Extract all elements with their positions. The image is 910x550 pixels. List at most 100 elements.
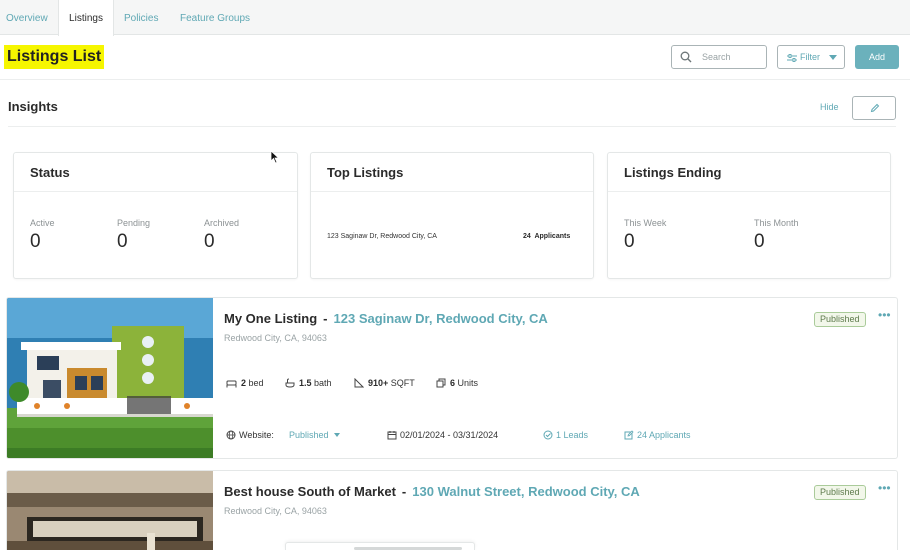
stat-label: Pending [117, 218, 151, 228]
baths-count: 1.5 [299, 378, 312, 388]
more-icon[interactable]: ••• [878, 309, 891, 321]
stat-label: This Week [624, 218, 667, 228]
listing-title-separator: - [401, 484, 407, 499]
listing-name[interactable]: My One Listing [224, 311, 317, 326]
baths-label: bath [314, 378, 332, 388]
stat-this-week: This Week 0 [624, 218, 666, 253]
applicants-link[interactable]: 24 Applicants [624, 430, 691, 440]
top-listing-address[interactable]: 123 Saginaw Dr, Redwood City, CA [327, 233, 437, 240]
stat-value: 0 [754, 231, 765, 252]
tab-bar: Overview Listings Policies Feature Group… [0, 0, 910, 36]
interior-photo [7, 471, 213, 550]
sqft-value: 910+ [368, 378, 389, 388]
baths-feature: 1.5 bath [285, 378, 332, 388]
stat-label: This Month [754, 218, 799, 228]
stat-label: Archived [204, 218, 240, 228]
tab-feature-groups[interactable]: Feature Groups [180, 0, 270, 35]
listing-date-range: 02/01/2024 - 03/31/2024 [387, 430, 498, 440]
stat-this-month: This Month 0 [754, 218, 799, 253]
filter-button[interactable]: Filter [777, 45, 845, 69]
status-badge: Published [814, 312, 866, 327]
cursor-icon [270, 150, 280, 164]
stat-value: 0 [204, 231, 215, 252]
listing-title: My One Listing -123 Saginaw Dr, Redwood C… [224, 311, 548, 326]
card-header: Top Listings [311, 153, 593, 192]
applicants-text: 24 Applicants [637, 430, 691, 440]
leads-check-icon [543, 430, 553, 440]
sqft-feature: 910+ SQFT [354, 377, 415, 388]
listing-title-separator: - [323, 311, 328, 326]
top-listing-count-number: 24 [523, 233, 531, 240]
filter-icon [787, 54, 797, 62]
website-status: Website: [226, 430, 274, 440]
sqft-label: SQFT [390, 378, 415, 388]
units-count: 6 [450, 378, 456, 388]
leads-text: 1 Leads [556, 430, 589, 440]
tab-policies[interactable]: Policies [124, 0, 168, 35]
date-range-text: 02/01/2024 - 03/31/2024 [400, 430, 499, 440]
tab-overview[interactable]: Overview [0, 0, 56, 35]
card-title: Listings Ending [624, 165, 722, 180]
card-title: Status [30, 165, 70, 180]
chevron-down-icon [829, 55, 837, 60]
calendar-icon [387, 431, 397, 440]
listing-subaddress: Redwood City, CA, 94063 [224, 506, 327, 516]
globe-icon [226, 430, 236, 440]
card-header: Status [14, 153, 297, 192]
tab-listings[interactable]: Listings [58, 0, 114, 36]
card-title: Top Listings [327, 165, 404, 180]
pencil-icon [870, 103, 880, 113]
insights-title: Insights [8, 99, 58, 114]
listings-ending-card: Listings Ending This Week 0 This Month 0 [607, 152, 891, 279]
top-listings-card: Top Listings 123 Saginaw Dr, Redwood Cit… [310, 152, 594, 279]
chevron-down-icon [333, 433, 340, 437]
filter-label: Filter [800, 52, 820, 62]
listing-name[interactable]: Best house South of Market [224, 484, 396, 499]
stat-active: Active 0 [30, 218, 55, 253]
listing-thumbnail[interactable] [7, 298, 213, 458]
listing-card[interactable]: Best house South of Market -130 Walnut St… [6, 470, 898, 550]
house-photo [7, 298, 213, 458]
more-icon[interactable]: ••• [878, 482, 891, 494]
search-input[interactable] [702, 49, 762, 65]
ruler-icon [354, 377, 365, 388]
bottom-popup [285, 542, 475, 550]
units-label: Units [457, 378, 479, 388]
website-status-value: Published [289, 430, 329, 440]
top-listing-count: 24 Applicants [523, 233, 570, 240]
top-listing-count-label: Applicants [534, 233, 571, 240]
page-title: Listings List [4, 45, 105, 69]
search-icon [680, 51, 692, 63]
website-label: Website: [239, 430, 274, 440]
stat-value: 0 [30, 231, 41, 252]
applicants-edit-icon [624, 430, 634, 440]
stat-archived: Archived 0 [204, 218, 239, 253]
bed-icon [226, 380, 237, 388]
add-button[interactable]: Add [855, 45, 899, 69]
units-feature: 6 Units [436, 378, 478, 388]
stat-label: Active [30, 218, 55, 228]
stat-pending: Pending 0 [117, 218, 150, 253]
leads-link[interactable]: 1 Leads [543, 430, 588, 440]
stat-value: 0 [624, 231, 635, 252]
insights-divider [8, 126, 896, 127]
listing-thumbnail[interactable] [7, 471, 213, 550]
listing-title: Best house South of Market -130 Walnut St… [224, 484, 640, 499]
website-status-dropdown[interactable]: Published [289, 430, 340, 440]
search-box[interactable] [671, 45, 767, 69]
status-badge: Published [814, 485, 866, 500]
beds-label: bed [248, 378, 264, 388]
status-card: Status Active 0 Pending 0 Archived 0 [13, 152, 298, 279]
edit-insights-button[interactable] [852, 96, 896, 120]
header-divider [0, 79, 910, 80]
beds-count: 2 [241, 378, 247, 388]
listing-address-link[interactable]: 123 Saginaw Dr, Redwood City, CA [334, 311, 548, 326]
listing-address-link[interactable]: 130 Walnut Street, Redwood City, CA [412, 484, 640, 499]
units-icon [436, 378, 446, 388]
bath-icon [285, 378, 295, 388]
listing-card[interactable]: My One Listing -123 Saginaw Dr, Redwood C… [6, 297, 898, 459]
listing-subaddress: Redwood City, CA, 94063 [224, 333, 327, 343]
hide-insights-link[interactable]: Hide [820, 102, 839, 112]
card-header: Listings Ending [608, 153, 890, 192]
stat-value: 0 [117, 231, 128, 252]
